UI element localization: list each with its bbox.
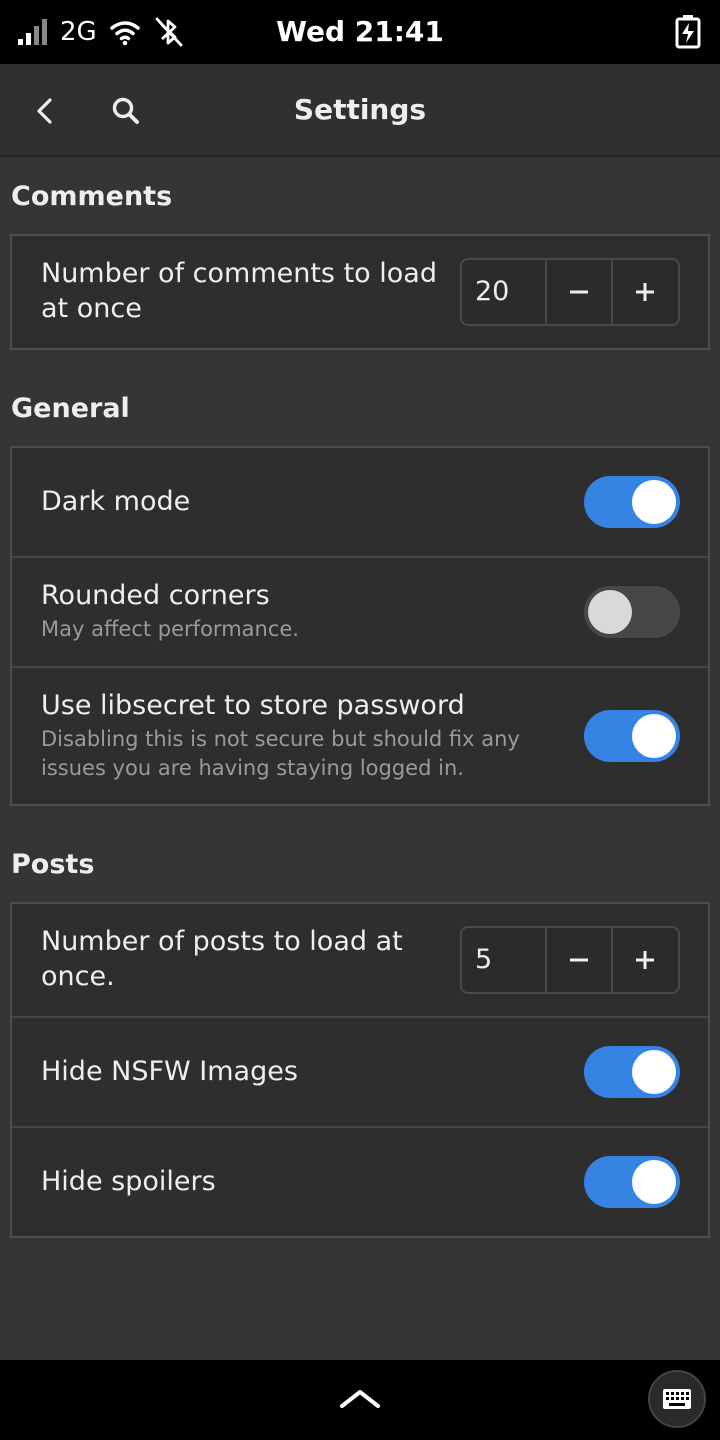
chevron-up-icon	[340, 1390, 380, 1408]
decrement-button[interactable]	[547, 928, 613, 992]
row-title: Dark mode	[41, 486, 191, 517]
row-title: Hide spoilers	[41, 1166, 216, 1197]
libsecret-switch[interactable]	[584, 710, 680, 762]
row-hide-spoilers: Hide spoilers	[12, 1126, 708, 1236]
row-rounded-corners: Rounded corners May affect performance.	[12, 556, 708, 666]
header-bar: Settings	[0, 64, 720, 157]
keyboard-button[interactable]	[648, 1370, 706, 1428]
row-title: Use libsecret to store password	[41, 690, 465, 721]
increment-button[interactable]	[613, 260, 678, 324]
row-posts-count: Number of posts to load at once. 5	[12, 904, 708, 1016]
minus-icon	[569, 290, 588, 294]
settings-content: Comments Number of comments to load at o…	[0, 157, 720, 1360]
hide-nsfw-switch[interactable]	[584, 1046, 680, 1098]
switch-knob	[632, 480, 676, 524]
clock: Wed 21:41	[276, 15, 444, 48]
posts-count-value[interactable]: 5	[462, 928, 548, 992]
section-title-general: General	[11, 393, 130, 424]
keyboard-icon	[663, 1389, 691, 1409]
row-title: Number of comments to load at once	[41, 258, 437, 324]
plus-icon	[636, 951, 655, 969]
rounded-corners-switch[interactable]	[584, 586, 680, 638]
general-list: Dark mode Rounded corners May affect per…	[10, 446, 710, 806]
row-title: Hide NSFW Images	[41, 1056, 298, 1087]
posts-list: Number of posts to load at once. 5 Hide …	[10, 902, 710, 1238]
row-hide-nsfw: Hide NSFW Images	[12, 1016, 708, 1126]
row-title: Rounded corners	[41, 580, 270, 611]
row-comments-count: Number of comments to load at once 20	[12, 236, 708, 348]
posts-count-spinbutton: 5	[460, 926, 680, 994]
minus-icon	[569, 958, 588, 962]
decrement-button[interactable]	[547, 260, 613, 324]
comments-count-value[interactable]: 20	[462, 260, 548, 324]
comments-count-spinbutton: 20	[460, 258, 680, 326]
status-right	[672, 14, 704, 50]
switch-knob	[588, 590, 632, 634]
comments-list: Number of comments to load at once 20	[10, 234, 710, 350]
plus-icon	[636, 283, 655, 301]
switch-knob	[632, 714, 676, 758]
bottom-bar	[0, 1360, 720, 1440]
row-libsecret: Use libsecret to store password Disablin…	[12, 666, 708, 802]
row-subtitle: Disabling this is not secure but should …	[41, 727, 520, 780]
dark-mode-switch[interactable]	[584, 476, 680, 528]
row-subtitle: May affect performance.	[41, 617, 299, 641]
show-app-drawer-button[interactable]	[335, 1378, 385, 1418]
increment-button[interactable]	[613, 928, 678, 992]
switch-knob	[632, 1050, 676, 1094]
page-title: Settings	[293, 93, 427, 126]
section-title-comments: Comments	[11, 181, 173, 212]
hide-spoilers-switch[interactable]	[584, 1156, 680, 1208]
battery-charging-icon	[675, 15, 701, 49]
row-dark-mode: Dark mode	[12, 448, 708, 556]
row-title: Number of posts to load at once.	[41, 926, 403, 992]
switch-knob	[632, 1160, 676, 1204]
section-title-posts: Posts	[11, 849, 95, 880]
status-bar: 2G Wed 21:41	[0, 0, 720, 64]
